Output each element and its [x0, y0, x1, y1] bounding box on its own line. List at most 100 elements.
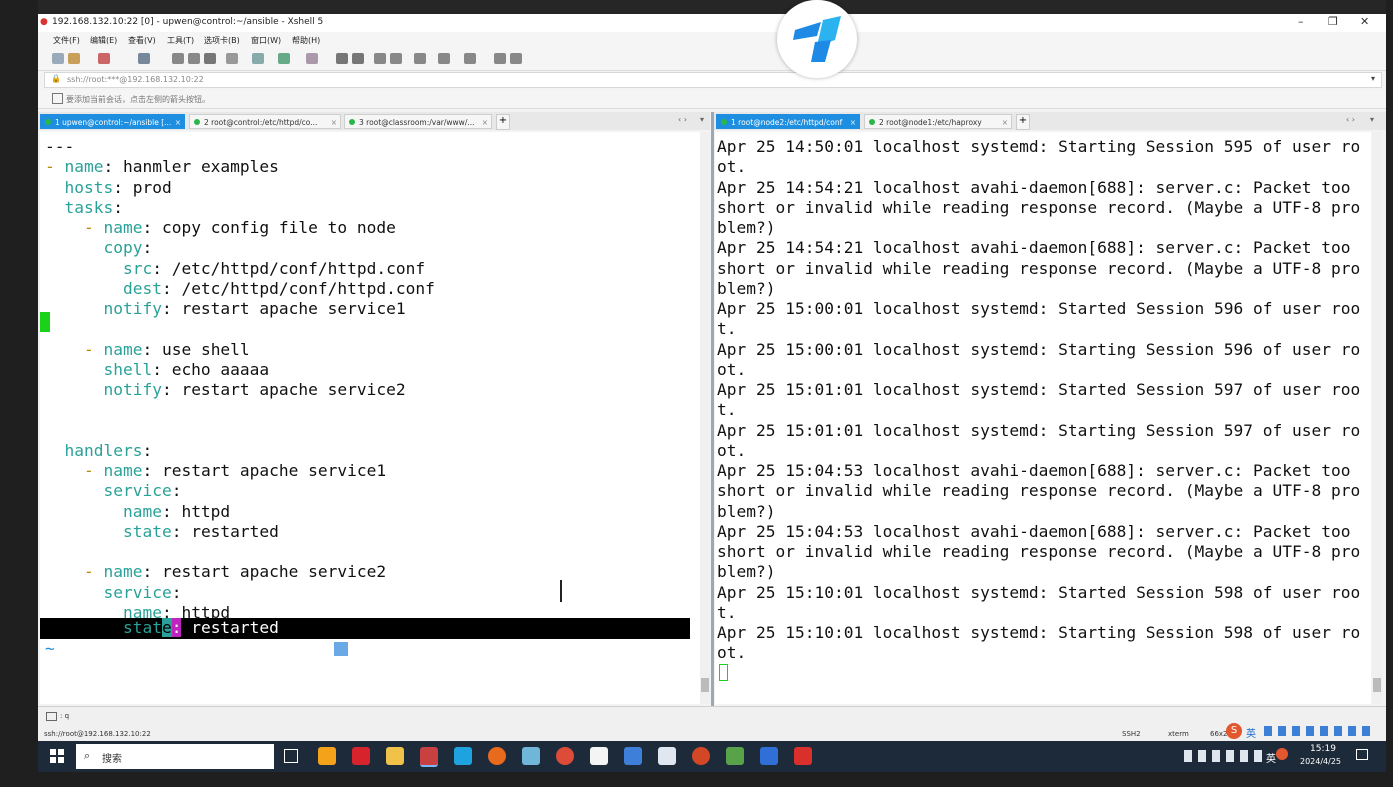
ime-toolbar-icons[interactable] — [1264, 726, 1376, 736]
title-bar[interactable]: ● 192.168.132.10:22 [0] - upwen@control:… — [38, 14, 1386, 32]
close-button[interactable]: ✕ — [1360, 15, 1369, 28]
powerpoint-icon[interactable] — [692, 747, 710, 765]
tray-icons[interactable] — [1184, 750, 1264, 762]
clock-time[interactable]: 15:19 — [1310, 744, 1336, 754]
code-token: - — [45, 339, 104, 359]
code-token: notify — [45, 380, 162, 399]
font-icon[interactable] — [306, 53, 318, 64]
app-icon-2[interactable] — [352, 747, 370, 765]
app-icon-10[interactable] — [624, 747, 642, 765]
maximize-button[interactable]: ❐ — [1328, 15, 1338, 28]
add-tab-button[interactable]: + — [496, 114, 510, 130]
code-token: copy — [45, 238, 143, 258]
code-token: service — [45, 481, 172, 501]
menu-tools[interactable]: 工具(T) — [167, 35, 194, 46]
code-token: name — [103, 461, 143, 480]
bookmark-icon[interactable] — [52, 93, 63, 104]
log-line: Apr 25 15:04:53 localhost avahi-daemon[6… — [717, 461, 1351, 480]
app-icon-14[interactable] — [760, 747, 778, 765]
ime-indicator[interactable]: 英 — [1266, 750, 1276, 765]
tab-left-3[interactable]: 3 root@classroom:/var/www/... × — [344, 114, 492, 129]
tab-scroll-icon[interactable]: ‹ › — [1346, 115, 1355, 124]
file-explorer-icon[interactable] — [386, 747, 404, 765]
qq-icon[interactable] — [590, 747, 608, 765]
menu-edit[interactable]: 编辑(E) — [90, 35, 117, 46]
compose-icon[interactable] — [46, 712, 57, 721]
layout-split-icon[interactable] — [464, 53, 476, 64]
menu-file[interactable]: 文件(F) — [53, 35, 80, 46]
menu-help[interactable]: 帮助(H) — [292, 35, 320, 46]
copy-icon[interactable] — [172, 53, 184, 64]
right-scrollbar-thumb[interactable] — [1373, 678, 1381, 692]
code-token: : /etc/httpd/conf/httpd.conf — [161, 278, 435, 298]
tab-scroll-icon[interactable]: ‹ › — [678, 115, 687, 124]
firefox-icon[interactable] — [488, 747, 506, 765]
log-line: Apr 25 15:00:01 localhost systemd: Start… — [717, 339, 1361, 359]
app-icon-11[interactable] — [658, 747, 676, 765]
minimize-button[interactable]: – — [1298, 15, 1304, 28]
right-tab-bar: 1 root@node2:/etc/httpd/conf × 2 root@nod… — [714, 112, 1386, 130]
ime-mode[interactable]: 英 — [1246, 725, 1256, 740]
tab-left-2[interactable]: 2 root@control:/etc/httpd/co... × — [189, 114, 341, 129]
notification-icon[interactable] — [1356, 749, 1368, 760]
xshell-app-icon[interactable] — [420, 747, 438, 767]
menu-tab[interactable]: 选项卡(B) — [204, 35, 240, 46]
app-icon-7[interactable] — [522, 747, 540, 765]
tab-close-icon[interactable]: × — [175, 115, 181, 128]
add-tab-button[interactable]: + — [1016, 114, 1030, 130]
transfer-icon[interactable] — [252, 53, 264, 64]
log-line: Apr 25 15:04:53 localhost avahi-daemon[6… — [717, 521, 1351, 541]
fullscreen-icon[interactable] — [374, 53, 386, 64]
code-token: - — [45, 461, 104, 480]
address-bar[interactable]: 🔒 ssh://root:***@192.168.132.10:22 ▾ — [44, 72, 1382, 88]
help-icon[interactable] — [494, 53, 506, 64]
paste-icon[interactable] — [188, 53, 200, 64]
app-icon-1[interactable] — [318, 747, 336, 765]
log-line: blem?) — [717, 218, 776, 237]
sogou-tray-icon[interactable] — [1276, 748, 1288, 760]
left-terminal[interactable]: --- - name: hanmler examples hosts: prod … — [40, 132, 700, 704]
start-icon[interactable] — [50, 749, 64, 763]
tab-menu-icon[interactable]: ▾ — [1370, 115, 1374, 124]
left-scrollbar-thumb[interactable] — [701, 678, 709, 692]
app-icon-5[interactable] — [454, 747, 472, 765]
new-session-icon[interactable] — [52, 53, 64, 64]
address-dropdown-icon[interactable]: ▾ — [1371, 74, 1375, 83]
open-folder-icon[interactable] — [68, 53, 80, 64]
layout-icon[interactable] — [438, 53, 450, 64]
print-icon[interactable] — [226, 53, 238, 64]
menu-view[interactable]: 查看(V) — [128, 35, 156, 46]
wps-icon[interactable] — [794, 747, 812, 765]
tab-close-icon[interactable]: × — [850, 115, 856, 128]
app-icon-13[interactable] — [726, 747, 744, 765]
tab-close-icon[interactable]: × — [331, 115, 337, 128]
sogou-icon[interactable]: S — [1226, 723, 1242, 739]
globe-icon[interactable] — [278, 53, 290, 64]
code-token: : httpd — [161, 501, 231, 521]
right-scrollbar[interactable] — [1372, 132, 1382, 704]
pane-splitter[interactable] — [711, 112, 714, 706]
chat-icon[interactable] — [510, 53, 522, 64]
keyboard-icon[interactable] — [414, 53, 426, 64]
tab-left-1[interactable]: 1 upwen@control:~/ansible [... × — [40, 114, 185, 129]
chrome-icon[interactable] — [556, 747, 574, 765]
task-view-icon[interactable] — [284, 749, 298, 763]
tab-right-2[interactable]: 2 root@node1:/etc/haproxy × — [864, 114, 1012, 129]
find-icon[interactable] — [204, 53, 216, 64]
tab-menu-icon[interactable]: ▾ — [700, 115, 704, 124]
clock-date[interactable]: 2024/4/25 — [1300, 757, 1341, 766]
lock-icon[interactable] — [390, 53, 402, 64]
left-scrollbar[interactable] — [700, 132, 710, 704]
taskbar-search[interactable]: ⌕ 搜索 — [76, 744, 274, 769]
connect-icon[interactable] — [98, 53, 110, 64]
tab-close-icon[interactable]: × — [482, 115, 488, 128]
tab-close-icon[interactable]: × — [1002, 115, 1008, 128]
code-token: name — [64, 157, 104, 177]
right-terminal[interactable]: Apr 25 14:50:01 localhost systemd: Start… — [715, 132, 1371, 704]
menu-window[interactable]: 窗口(W) — [251, 35, 281, 46]
script-icon[interactable] — [336, 53, 348, 64]
tab-right-1[interactable]: 1 root@node2:/etc/httpd/conf × — [716, 114, 860, 129]
sftp-icon[interactable] — [352, 53, 364, 64]
code-token: : — [171, 481, 182, 501]
reconnect-icon[interactable] — [138, 53, 150, 64]
